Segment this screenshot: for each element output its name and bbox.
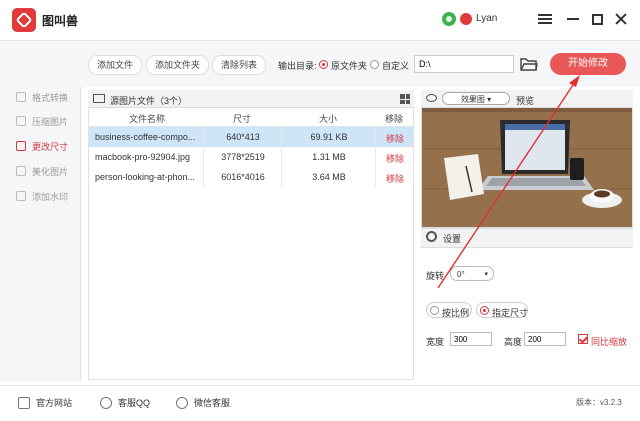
official-site-link[interactable]: 官方网站	[18, 396, 72, 409]
wechat-support-icon	[176, 396, 188, 409]
wechat-support-label: 微信客服	[194, 398, 231, 408]
version-label: 版本：v3.2.3	[576, 398, 622, 407]
qq-icon	[100, 396, 112, 409]
monitor-icon	[18, 396, 30, 409]
wechat-support-link[interactable]: 微信客服	[176, 396, 230, 409]
qq-support-link[interactable]: 客服QQ	[100, 396, 150, 409]
qq-support-label: 客服QQ	[118, 398, 151, 408]
annotation-arrow	[437, 75, 580, 289]
footer	[0, 385, 640, 421]
official-site-label: 官方网站	[36, 398, 73, 408]
